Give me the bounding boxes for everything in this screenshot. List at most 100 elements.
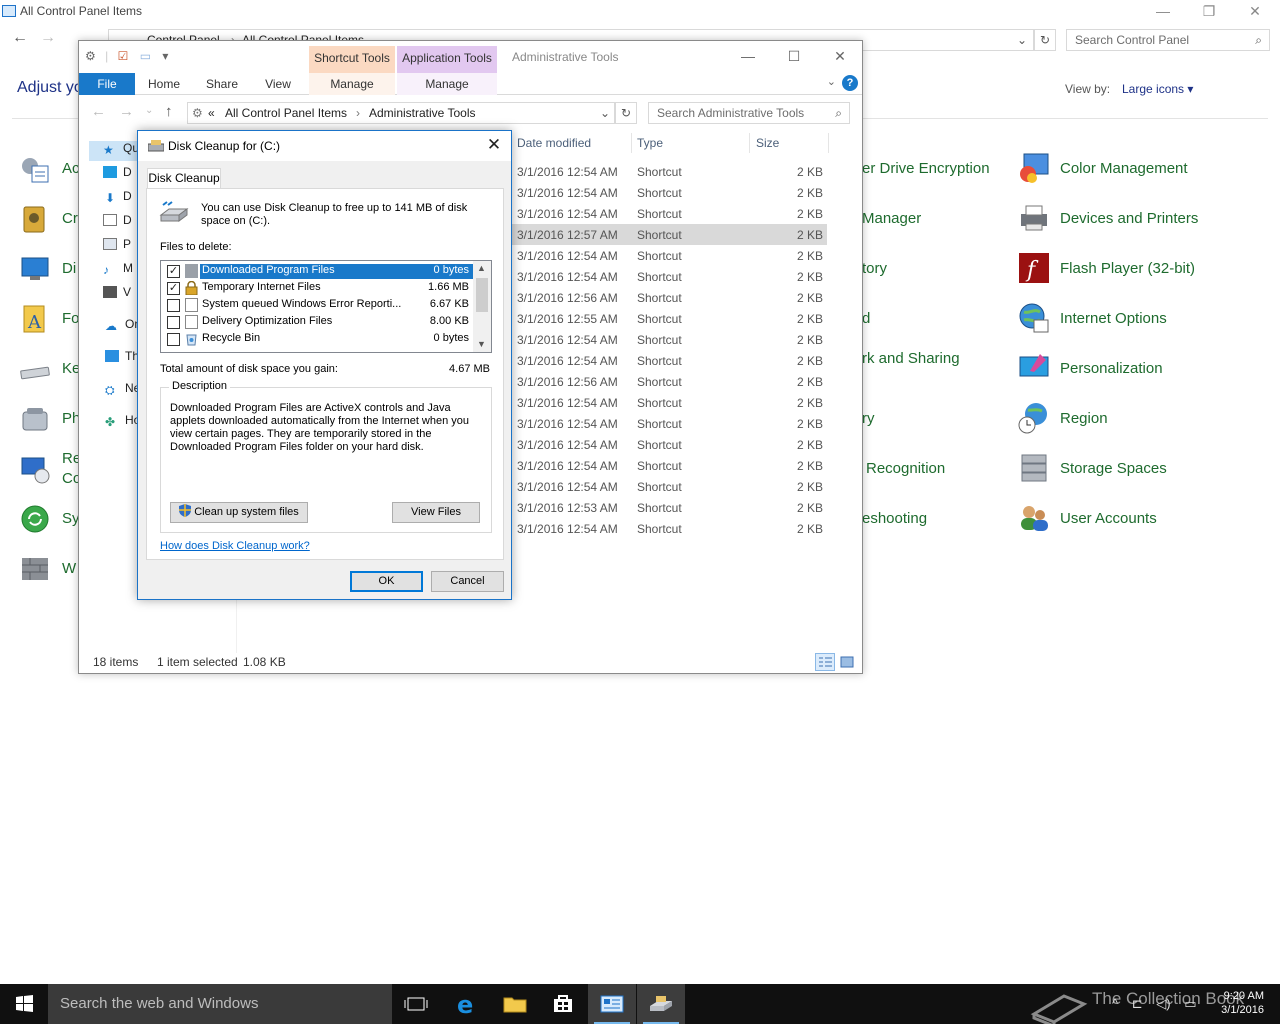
network-icon[interactable]: ⊏ <box>1132 996 1143 1011</box>
nav-item[interactable]: D <box>103 213 132 233</box>
tab-manage-shortcut[interactable]: Manage <box>309 73 395 95</box>
credential-manager-icon[interactable] <box>20 204 50 234</box>
minimize-icon[interactable]: — <box>725 45 771 69</box>
table-row[interactable]: 3/1/2016 12:54 AM Shortcut 2 KB <box>511 455 827 476</box>
nav-item[interactable]: D <box>103 165 132 185</box>
cp-item-partial[interactable]: eshooting <box>862 510 927 527</box>
ctx-tab-application-tools[interactable]: Application Tools <box>397 46 497 73</box>
nav-item[interactable]: ⬇ D <box>103 189 132 209</box>
table-row[interactable]: 3/1/2016 12:57 AM Shortcut 2 KB <box>511 224 827 245</box>
cp-item-partial[interactable]: ry <box>862 410 875 427</box>
restore-icon[interactable]: ❐ <box>1186 0 1232 24</box>
scroll-up-icon[interactable]: ▲ <box>477 263 486 273</box>
cp-item-partial[interactable]: er Drive Encryption <box>862 160 990 177</box>
cp-item-partial[interactable]: Recognition <box>866 460 945 477</box>
forward-arrow-icon[interactable]: → <box>119 103 134 120</box>
checkbox-temporary-internet-files[interactable]: ✓ <box>167 282 180 295</box>
scrollbar-thumb[interactable] <box>476 278 488 312</box>
cp-item-partial[interactable]: Ac <box>62 160 80 177</box>
breadcrumb-all-items[interactable]: All Control Panel Items <box>225 106 347 120</box>
table-row[interactable]: 3/1/2016 12:56 AM Shortcut 2 KB <box>511 371 827 392</box>
tab-view[interactable]: View <box>253 73 303 95</box>
at-search-input[interactable]: Search Administrative Tools ⌕ <box>648 102 850 124</box>
cp-item-partial[interactable]: Manager <box>862 210 921 227</box>
list-item-windows-error-reporting[interactable]: System queued Windows Error Reporti... 6… <box>161 296 475 313</box>
qat-dropdown-icon[interactable]: ▾ <box>162 49 168 63</box>
cp-item-storage-spaces[interactable]: Storage Spaces <box>1018 448 1167 488</box>
display-icon[interactable] <box>20 254 50 284</box>
breadcrumb-admin-tools[interactable]: Administrative Tools <box>369 106 476 120</box>
table-row[interactable]: 3/1/2016 12:54 AM Shortcut 2 KB <box>511 182 827 203</box>
help-icon[interactable]: ? <box>842 75 858 91</box>
column-type[interactable]: Type <box>637 136 663 154</box>
close-icon[interactable]: ✕ <box>1232 0 1278 24</box>
column-date-modified[interactable]: Date modified <box>517 136 591 154</box>
cp-item-partial[interactable]: W <box>62 560 76 577</box>
chevron-down-icon[interactable]: ⌄ <box>600 106 610 120</box>
file-explorer-button[interactable] <box>491 984 539 1024</box>
back-arrow-icon[interactable]: ← <box>12 29 28 47</box>
cp-item-personalization[interactable]: Personalization <box>1018 348 1163 388</box>
cp-item-partial[interactable]: Fo <box>62 310 80 327</box>
refresh-icon[interactable]: ↻ <box>615 102 637 124</box>
table-row[interactable]: 3/1/2016 12:54 AM Shortcut 2 KB <box>511 518 827 539</box>
details-view-icon[interactable] <box>815 653 835 671</box>
ctx-tab-shortcut-tools[interactable]: Shortcut Tools <box>309 46 395 73</box>
checkbox-downloaded-program-files[interactable]: ✓ <box>167 265 180 278</box>
table-row[interactable]: 3/1/2016 12:54 AM Shortcut 2 KB <box>511 434 827 455</box>
task-view-button[interactable] <box>392 984 440 1024</box>
cp-item-partial[interactable]: Sy <box>62 510 80 527</box>
scroll-down-icon[interactable]: ▼ <box>477 339 486 349</box>
phone-modem-icon[interactable] <box>20 404 50 434</box>
nav-item[interactable]: ♪ M <box>103 261 133 281</box>
nav-onedrive[interactable]: ☁ On <box>105 317 141 337</box>
clean-up-system-files-button[interactable]: Clean up system files <box>170 502 308 523</box>
nav-item[interactable]: V <box>103 285 131 305</box>
tab-home[interactable]: Home <box>139 73 189 95</box>
checkbox-windows-error-reporting[interactable] <box>167 299 180 312</box>
help-link[interactable]: How does Disk Cleanup work? <box>160 540 310 552</box>
tab-share[interactable]: Share <box>197 73 247 95</box>
nav-homegroup[interactable]: ✤ Ho <box>105 413 140 433</box>
maximize-icon[interactable]: ☐ <box>771 45 817 69</box>
ok-button[interactable]: OK <box>350 571 423 592</box>
remoteapp-icon[interactable] <box>20 454 50 484</box>
tab-manage-application[interactable]: Manage <box>397 73 497 95</box>
checkbox-recycle-bin[interactable] <box>167 333 180 346</box>
table-row[interactable]: 3/1/2016 12:54 AM Shortcut 2 KB <box>511 245 827 266</box>
cp-item-partial[interactable]: d <box>862 310 870 327</box>
large-icons-view-icon[interactable] <box>837 653 857 671</box>
cancel-button[interactable]: Cancel <box>431 571 504 592</box>
nav-network[interactable]: ⛭ Ne <box>105 381 140 401</box>
tray-overflow-icon[interactable]: ^ <box>1112 996 1118 1011</box>
forward-arrow-icon[interactable]: → <box>40 29 56 47</box>
sync-center-icon[interactable] <box>20 504 50 534</box>
start-button[interactable] <box>0 984 48 1024</box>
action-center-icon[interactable] <box>20 154 50 184</box>
tab-disk-cleanup[interactable]: Disk Cleanup <box>147 168 221 189</box>
cp-item-partial[interactable]: rk and Sharing <box>862 350 960 367</box>
nav-this-pc[interactable]: Th <box>105 349 139 369</box>
cp-item-partial[interactable]: tory <box>862 260 887 277</box>
control-panel-taskbar-button[interactable] <box>588 984 636 1024</box>
quick-access-toolbar[interactable]: ⚙ | ☑ ▭ ▾ <box>85 49 168 63</box>
files-to-delete-list[interactable]: ✓ Downloaded Program Files 0 bytes ✓ Tem… <box>160 260 492 353</box>
cp-item-partial[interactable]: Cr <box>62 210 78 227</box>
tab-file[interactable]: File <box>79 73 135 95</box>
cp-search-input[interactable]: Search Control Panel ⌕ <box>1066 29 1270 51</box>
column-size[interactable]: Size <box>756 136 779 154</box>
list-item-downloaded-program-files[interactable]: ✓ Downloaded Program Files 0 bytes <box>161 262 475 279</box>
table-row[interactable]: 3/1/2016 12:54 AM Shortcut 2 KB <box>511 161 827 182</box>
clock[interactable]: 9:20 AM 3/1/2016 <box>1221 989 1264 1017</box>
table-row[interactable]: 3/1/2016 12:54 AM Shortcut 2 KB <box>511 392 827 413</box>
store-button[interactable] <box>539 984 587 1024</box>
close-icon[interactable]: ✕ <box>817 45 863 69</box>
list-item-temporary-internet-files[interactable]: ✓ Temporary Internet Files 1.66 MB <box>161 279 475 296</box>
edge-button[interactable]: e <box>443 984 491 1024</box>
volume-icon[interactable]: ◁) <box>1156 996 1170 1011</box>
new-folder-icon[interactable]: ▭ <box>140 49 151 63</box>
list-item-delivery-optimization[interactable]: Delivery Optimization Files 8.00 KB <box>161 313 475 330</box>
minimize-icon[interactable]: — <box>1140 0 1186 24</box>
cp-item-color-management[interactable]: Color Management <box>1018 148 1188 188</box>
system-tray[interactable]: ^ ⊏ ◁) ▭ <box>1112 996 1197 1012</box>
